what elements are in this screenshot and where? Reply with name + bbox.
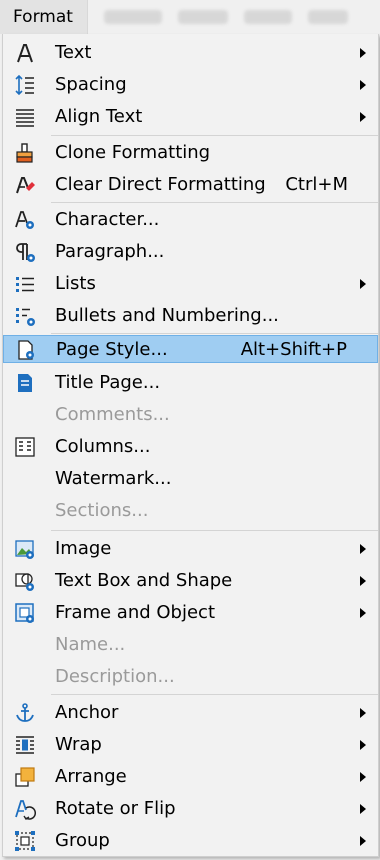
rotate-flip-icon <box>14 798 36 820</box>
submenu-arrow-icon <box>360 836 366 846</box>
menu-item-watermark[interactable]: Watermark... <box>3 465 378 493</box>
character-icon <box>14 209 36 231</box>
menu-item-frame-object[interactable]: Frame and Object <box>3 599 378 627</box>
submenu-arrow-icon <box>360 708 366 718</box>
text-box-shape-icon <box>14 570 36 592</box>
menu-item-rotate-flip[interactable]: Rotate or Flip <box>3 795 378 823</box>
menu-item-text[interactable]: Text <box>3 39 378 67</box>
submenu-arrow-icon <box>360 772 366 782</box>
menu-item-lists[interactable]: Lists <box>3 270 378 298</box>
submenu-arrow-icon <box>360 48 366 58</box>
menubar: Format <box>0 0 380 34</box>
menu-item-anchor[interactable]: Anchor <box>3 699 378 727</box>
submenu-arrow-icon <box>360 576 366 586</box>
menu-separator <box>51 333 378 334</box>
menu-item-page-style[interactable]: Page Style... Alt+Shift+P <box>3 335 378 363</box>
menu-format[interactable]: Format <box>0 0 88 34</box>
submenu-arrow-icon <box>360 804 366 814</box>
format-dropdown-menu: Text Spacing Align Text Clone Formatting… <box>2 34 379 857</box>
wrap-icon <box>14 734 36 756</box>
submenu-arrow-icon <box>360 80 366 90</box>
text-icon <box>14 42 36 64</box>
menu-item-arrange[interactable]: Arrange <box>3 763 378 791</box>
align-text-icon <box>14 106 36 128</box>
menu-separator <box>51 135 378 136</box>
menu-item-name[interactable]: Name... <box>3 631 378 659</box>
menubar-blurred-item <box>177 10 228 24</box>
group-icon <box>14 830 36 852</box>
shortcut-label: Ctrl+M <box>285 174 348 195</box>
page-style-icon <box>15 339 37 361</box>
menubar-blurred-item <box>243 10 292 24</box>
menu-separator <box>51 202 378 203</box>
menu-item-spacing[interactable]: Spacing <box>3 71 378 99</box>
menu-item-clone-formatting[interactable]: Clone Formatting <box>3 139 378 167</box>
menu-item-wrap[interactable]: Wrap <box>3 731 378 759</box>
paintbrush-icon <box>14 142 36 164</box>
columns-icon <box>14 436 36 458</box>
anchor-icon <box>14 702 36 724</box>
arrange-icon <box>14 766 36 788</box>
title-page-icon <box>14 372 36 394</box>
menu-item-sections[interactable]: Sections... <box>3 497 378 525</box>
submenu-arrow-icon <box>360 112 366 122</box>
paragraph-icon <box>14 241 36 263</box>
menu-item-title-page[interactable]: Title Page... <box>3 369 378 397</box>
menu-separator <box>51 694 378 695</box>
menu-separator <box>51 530 378 531</box>
clear-formatting-icon <box>14 174 36 196</box>
submenu-arrow-icon <box>360 608 366 618</box>
submenu-arrow-icon <box>360 740 366 750</box>
shortcut-label: Alt+Shift+P <box>240 339 347 360</box>
menu-item-text-box-shape[interactable]: Text Box and Shape <box>3 567 378 595</box>
frame-object-icon <box>14 602 36 624</box>
bullets-numbering-icon <box>14 305 36 327</box>
menubar-blurred-item <box>307 10 348 24</box>
menubar-blurred-item <box>103 10 162 24</box>
menu-item-description[interactable]: Description... <box>3 663 378 691</box>
menu-item-character[interactable]: Character... <box>3 206 378 234</box>
menu-item-align-text[interactable]: Align Text <box>3 103 378 131</box>
menu-item-clear-direct-formatting[interactable]: Clear Direct Formatting Ctrl+M <box>3 171 378 199</box>
menu-item-group[interactable]: Group <box>3 827 378 855</box>
menu-item-paragraph[interactable]: Paragraph... <box>3 238 378 266</box>
menu-item-comments[interactable]: Comments... <box>3 401 378 429</box>
image-icon <box>14 538 36 560</box>
menu-item-image[interactable]: Image <box>3 535 378 563</box>
submenu-arrow-icon <box>360 279 366 289</box>
spacing-icon <box>14 74 36 96</box>
menu-item-columns[interactable]: Columns... <box>3 433 378 461</box>
list-icon <box>14 273 36 295</box>
menu-item-bullets-numbering[interactable]: Bullets and Numbering... <box>3 302 378 330</box>
submenu-arrow-icon <box>360 544 366 554</box>
